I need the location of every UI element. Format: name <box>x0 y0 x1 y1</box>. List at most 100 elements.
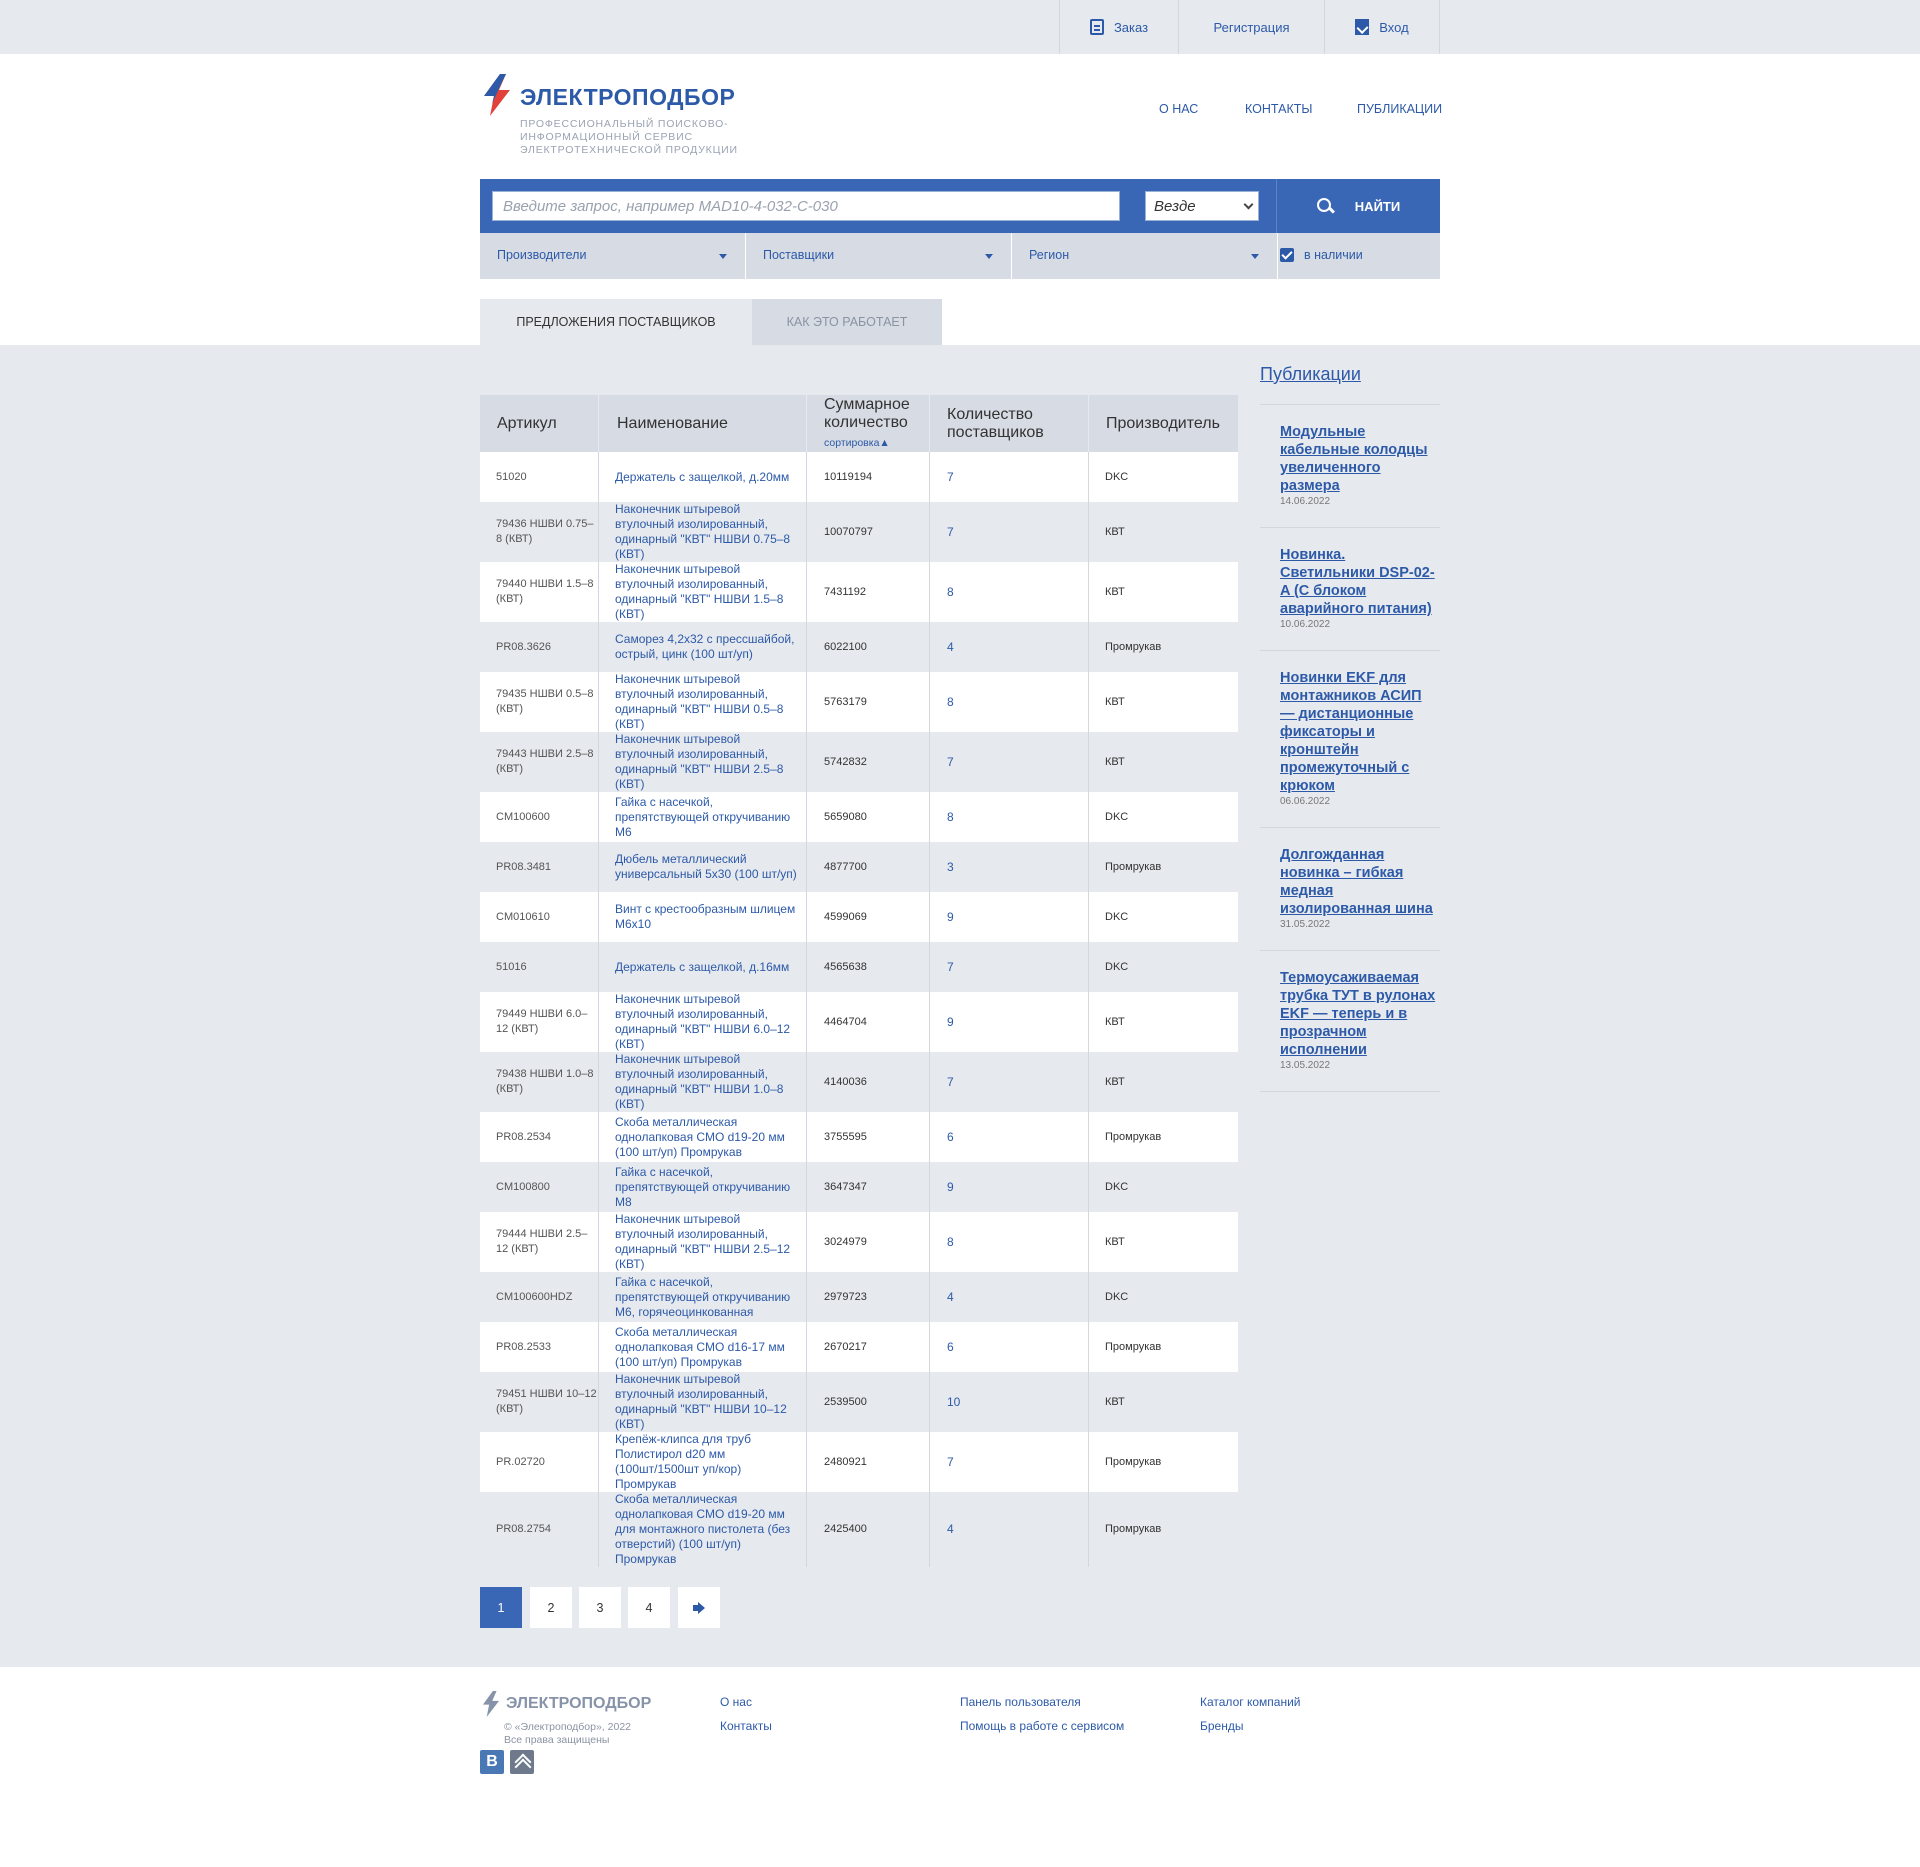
checkbox-checked-icon <box>1280 248 1294 262</box>
product-link[interactable]: Наконечник штыревой втулочный изолирован… <box>599 992 807 1052</box>
footer-catalog[interactable]: Каталог компаний <box>1200 1695 1300 1709</box>
footer-copyright: © «Электроподбор», 2022 Все права защище… <box>504 1721 631 1747</box>
publication-link[interactable]: Долгожданная новинка – гибкая медная изо… <box>1280 846 1440 918</box>
cell-total-qty: 3024979 <box>807 1212 930 1272</box>
nav-publications[interactable]: ПУБЛИКАЦИИ <box>1357 102 1442 116</box>
cell-total-qty: 6022100 <box>807 622 930 672</box>
search-scope-select[interactable]: Везде <box>1145 191 1259 221</box>
product-link[interactable]: Наконечник штыревой втулочный изолирован… <box>599 1052 807 1112</box>
suppliers-count-link[interactable]: 7 <box>930 502 1089 562</box>
cell-article: 51020 <box>480 452 599 502</box>
product-link[interactable]: Скоба металлическая однолапковая СМО d16… <box>599 1322 807 1372</box>
publication-link[interactable]: Новинки EKF для монтажников АСИП — диста… <box>1280 669 1440 795</box>
product-link[interactable]: Саморез 4,2х32 с прессшайбой, острый, ци… <box>599 622 807 672</box>
order-link[interactable]: Заказ <box>1059 0 1178 54</box>
rights-text: Все права защищены <box>504 1734 610 1746</box>
suppliers-count-link[interactable]: 6 <box>930 1322 1089 1372</box>
nav-contacts[interactable]: КОНТАКТЫ <box>1245 102 1312 116</box>
suppliers-count-link[interactable]: 9 <box>930 1162 1089 1212</box>
cell-manufacturer: КВТ <box>1105 1235 1125 1248</box>
publication-link[interactable]: Новинка. Светильники DSP-02-A (С блоком … <box>1280 546 1440 618</box>
suppliers-count-link[interactable]: 10 <box>930 1372 1089 1432</box>
register-link[interactable]: Регистрация <box>1178 0 1324 54</box>
suppliers-count-link[interactable]: 8 <box>930 562 1089 622</box>
search-button[interactable]: НАЙТИ <box>1276 179 1440 233</box>
copyright-text: © «Электроподбор», 2022 <box>504 1721 632 1733</box>
product-link[interactable]: Скоба металлическая однолапковая СМО d19… <box>599 1492 807 1567</box>
suppliers-count-link[interactable]: 7 <box>930 942 1089 992</box>
product-link[interactable]: Винт с крестообразным шлицем М6х10 <box>599 892 807 942</box>
cell-manufacturer: КВТ <box>1105 585 1125 598</box>
cell-total-qty: 4599069 <box>807 892 930 942</box>
cell-manufacturer: КВТ <box>1105 1075 1125 1088</box>
product-link[interactable]: Скоба металлическая однолапковая СМО d19… <box>599 1112 807 1162</box>
footer-help[interactable]: Помощь в работе с сервисом <box>960 1719 1124 1733</box>
filter-manufacturers[interactable]: Производители <box>480 233 746 279</box>
suppliers-count-link[interactable]: 9 <box>930 892 1089 942</box>
search-input[interactable] <box>492 191 1120 221</box>
footer: ЭЛЕКТРОПОДБОР © «Электроподбор», 2022 Вс… <box>0 1667 1920 1867</box>
next-page-button[interactable] <box>678 1587 720 1628</box>
product-link[interactable]: Наконечник штыревой втулочный изолирован… <box>599 502 807 562</box>
cell-manufacturer: DKC <box>1105 810 1129 823</box>
product-link[interactable]: Наконечник штыревой втулочный изолирован… <box>599 732 807 792</box>
nav-about[interactable]: О НАС <box>1159 102 1198 116</box>
product-link[interactable]: Держатель с защелкой, д.20мм <box>599 452 807 502</box>
suppliers-count-link[interactable]: 7 <box>930 452 1089 502</box>
search-scope-value: Везде <box>1154 198 1196 215</box>
product-link[interactable]: Наконечник штыревой втулочный изолирован… <box>599 672 807 732</box>
publication-item: Новинка. Светильники DSP-02-A (С блоком … <box>1260 527 1440 650</box>
publications-title[interactable]: Публикации <box>1260 364 1440 404</box>
product-link[interactable]: Гайка с насечкой, препятствующей откручи… <box>599 1162 807 1212</box>
tab-offers[interactable]: ПРЕДЛОЖЕНИЯ ПОСТАВЩИКОВ <box>480 299 752 345</box>
suppliers-count-link[interactable]: 8 <box>930 672 1089 732</box>
suppliers-count-link[interactable]: 7 <box>930 1052 1089 1112</box>
product-link[interactable]: Гайка с насечкой, препятствующей откручи… <box>599 1272 807 1322</box>
suppliers-count-link[interactable]: 8 <box>930 1212 1089 1272</box>
footer-user-panel[interactable]: Панель пользователя <box>960 1695 1081 1709</box>
page-4[interactable]: 4 <box>628 1587 670 1628</box>
filter-region[interactable]: Регион <box>1012 233 1278 279</box>
suppliers-count-link[interactable]: 3 <box>930 842 1089 892</box>
suppliers-count-link[interactable]: 7 <box>930 732 1089 792</box>
publication-link[interactable]: Модульные кабельные колодцы увеличенного… <box>1280 423 1440 495</box>
col-name-label: Наименование <box>617 414 728 432</box>
suppliers-count-link[interactable]: 4 <box>930 1492 1089 1567</box>
suppliers-count-link[interactable]: 8 <box>930 792 1089 842</box>
suppliers-count-link[interactable]: 4 <box>930 1272 1089 1322</box>
suppliers-count-link[interactable]: 9 <box>930 992 1089 1052</box>
page-1[interactable]: 1 <box>480 1587 522 1628</box>
footer-about[interactable]: О нас <box>720 1695 752 1709</box>
product-link[interactable]: Держатель с защелкой, д.16мм <box>599 942 807 992</box>
tab-how-it-works[interactable]: КАК ЭТО РАБОТАЕТ <box>752 299 942 345</box>
suppliers-count-link[interactable]: 7 <box>930 1432 1089 1492</box>
cell-manufacturer: Промрукав <box>1105 640 1162 653</box>
vk-icon[interactable]: В <box>480 1750 504 1774</box>
product-link[interactable]: Наконечник штыревой втулочный изолирован… <box>599 562 807 622</box>
suppliers-count-link[interactable]: 6 <box>930 1112 1089 1162</box>
suppliers-count-link[interactable]: 4 <box>930 622 1089 672</box>
publication-link[interactable]: Термоусаживаемая трубка ТУТ в рулонах EK… <box>1280 969 1440 1059</box>
cell-article: CM100600 <box>480 792 599 842</box>
product-link[interactable]: Наконечник штыревой втулочный изолирован… <box>599 1212 807 1272</box>
product-link[interactable]: Крепёж-клипса для труб Полистирол d20 мм… <box>599 1432 807 1492</box>
sort-link[interactable]: сортировка▲ <box>824 434 929 452</box>
product-link[interactable]: Дюбель металлический универсальный 5х30 … <box>599 842 807 892</box>
footer-contacts[interactable]: Контакты <box>720 1719 772 1733</box>
publications-list: Модульные кабельные колодцы увеличенного… <box>1260 404 1440 1091</box>
product-link[interactable]: Гайка с насечкой, препятствующей откручи… <box>599 792 807 842</box>
login-link[interactable]: Вход <box>1324 0 1440 54</box>
filter-suppliers[interactable]: Поставщики <box>746 233 1012 279</box>
brand-name: ЭЛЕКТРОПОДБОР <box>520 84 736 110</box>
cell-total-qty: 4464704 <box>807 992 930 1052</box>
page-2[interactable]: 2 <box>530 1587 572 1628</box>
table-header: Артикул Наименование Суммарное количеств… <box>480 395 1238 452</box>
cell-total-qty: 10119194 <box>807 452 930 502</box>
cell-total-qty: 4565638 <box>807 942 930 992</box>
footer-brands[interactable]: Бренды <box>1200 1719 1243 1733</box>
col-total-qty[interactable]: Суммарное количество сортировка▲ <box>807 395 930 452</box>
in-stock-checkbox[interactable]: в наличии <box>1280 248 1363 262</box>
page-3[interactable]: 3 <box>579 1587 621 1628</box>
product-link[interactable]: Наконечник штыревой втулочный изолирован… <box>599 1372 807 1432</box>
scroll-up-icon[interactable] <box>510 1750 534 1774</box>
